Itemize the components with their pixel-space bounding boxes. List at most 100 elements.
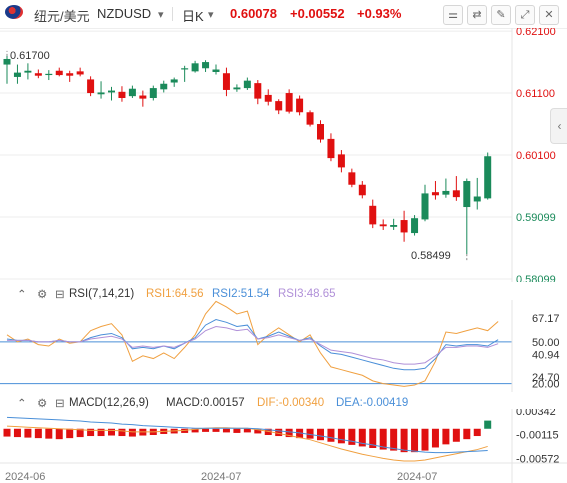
candle-body bbox=[66, 73, 74, 76]
candle-body bbox=[484, 156, 492, 199]
candle-body bbox=[306, 112, 314, 125]
candle-body bbox=[431, 192, 439, 196]
macd-histogram-bar bbox=[390, 428, 398, 451]
candle-body bbox=[191, 63, 199, 72]
candle-body bbox=[473, 196, 481, 202]
macd-histogram-bar bbox=[452, 428, 460, 442]
rsi-label: RSI(7,14,21) bbox=[69, 288, 135, 300]
separator bbox=[172, 7, 173, 21]
rsi-axis-label: 20.00 bbox=[532, 379, 560, 391]
hide-icon[interactable]: ⊟ bbox=[55, 287, 65, 301]
candle-body bbox=[233, 87, 241, 90]
macd-histogram-bar bbox=[233, 428, 241, 433]
candle-body bbox=[212, 69, 220, 72]
symbol-code[interactable]: NZDUSD bbox=[97, 6, 151, 21]
low-price-marker: 0.58499 bbox=[411, 250, 451, 262]
candle-body bbox=[421, 193, 429, 220]
time-axis-label: 2024-06 bbox=[5, 471, 45, 483]
expand-icon[interactable]: ⤢ bbox=[515, 5, 535, 25]
macd-histogram-bar bbox=[317, 428, 324, 441]
macd-axis-label: -0.00572 bbox=[516, 454, 559, 466]
chart-toolbar: 纽元/美元 NZDUSD ▾ 日K ▾ 0.60078 +0.00552 +0.… bbox=[0, 0, 567, 29]
candle-body bbox=[442, 190, 450, 195]
candle-body bbox=[97, 92, 105, 95]
time-axis-label: 2024-07 bbox=[201, 471, 241, 483]
candle-body bbox=[222, 73, 230, 90]
candle-body bbox=[296, 98, 304, 113]
rsi1-value: RSI1:64.56 bbox=[146, 288, 204, 300]
candle-body bbox=[264, 94, 272, 102]
macd-histogram-bar bbox=[66, 428, 74, 439]
macd-histogram-bar bbox=[442, 428, 450, 445]
macd-axis-label: -0.00115 bbox=[516, 430, 559, 442]
dif-value: DIF:-0.00340 bbox=[257, 397, 325, 409]
flag-icon bbox=[5, 5, 23, 19]
candle-body bbox=[170, 79, 178, 83]
time-axis-label: 2024-07 bbox=[397, 471, 437, 483]
candle-body bbox=[24, 70, 32, 73]
candle-body bbox=[348, 172, 356, 185]
settings-sliders-icon[interactable]: ⚌ bbox=[443, 5, 463, 25]
candle-body bbox=[369, 205, 377, 225]
candle-body bbox=[76, 71, 84, 75]
symbol-dropdown-icon[interactable]: ▾ bbox=[158, 8, 164, 21]
pair-name[interactable]: 纽元/美元 bbox=[34, 6, 90, 25]
timeframe-dropdown-icon[interactable]: ▾ bbox=[208, 8, 214, 21]
candle-body bbox=[160, 83, 168, 90]
candle-body bbox=[108, 90, 115, 93]
candle-body bbox=[139, 95, 147, 99]
price-change: +0.00552 bbox=[290, 6, 345, 21]
candle-body bbox=[128, 88, 136, 97]
rsi-chart[interactable]: 67.1750.0040.9424.7020.00 bbox=[0, 300, 567, 392]
rsi3-value: RSI3:48.65 bbox=[278, 288, 336, 300]
candle-body bbox=[118, 91, 126, 99]
toggle-icon[interactable]: ⇄ bbox=[467, 5, 487, 25]
macd-histogram-bar bbox=[275, 428, 283, 437]
macd-histogram-bar bbox=[13, 428, 21, 438]
candle-body bbox=[34, 73, 42, 76]
rsi-axis-label: 67.17 bbox=[532, 313, 560, 325]
macd-histogram-bar bbox=[202, 428, 210, 432]
macd-histogram-bar bbox=[411, 428, 419, 453]
macd-label: MACD(12,26,9) bbox=[69, 397, 149, 409]
timeframe-selector[interactable]: 日K bbox=[182, 6, 204, 25]
candle-body bbox=[254, 83, 262, 99]
price-axis-label: 0.58099 bbox=[516, 274, 556, 282]
candle-body bbox=[452, 190, 460, 198]
current-price: 0.60078 bbox=[230, 6, 277, 21]
settings-icon[interactable]: ⚙ bbox=[37, 287, 47, 301]
candle-body bbox=[275, 101, 283, 111]
macd-histogram-bar bbox=[463, 428, 471, 440]
rsi-axis-label: 40.94 bbox=[532, 349, 560, 361]
high-price-marker: 0.61700 bbox=[10, 50, 50, 62]
close-icon[interactable]: ✕ bbox=[539, 5, 559, 25]
rsi-series-line bbox=[6, 300, 499, 387]
macd-histogram-bar bbox=[337, 428, 345, 444]
candle-body bbox=[181, 68, 189, 70]
macd-histogram-bar bbox=[212, 428, 220, 432]
macd-chart[interactable]: 0.00342 -0.00115 -0.00572 2024-06 2024-07 202… bbox=[0, 409, 567, 483]
price-change-pct: +0.93% bbox=[357, 6, 402, 21]
drawing-tools-icon[interactable]: ✎ bbox=[491, 5, 511, 25]
candle-body bbox=[337, 154, 345, 168]
price-axis-label: 0.60100 bbox=[516, 150, 556, 162]
price-axis-label: 0.62100 bbox=[516, 28, 556, 38]
macd-histogram-bar bbox=[243, 428, 251, 433]
candle-body bbox=[285, 93, 293, 112]
chevron-up-icon[interactable]: ⌃ bbox=[17, 396, 27, 410]
hide-icon[interactable]: ⊟ bbox=[55, 396, 65, 410]
macd-axis-label: 0.00342 bbox=[516, 409, 556, 418]
candlestick-chart[interactable]: 0.62100 0.61100 0.60100 0.59099 0.58099 bbox=[0, 28, 567, 282]
chevron-up-icon[interactable]: ⌃ bbox=[17, 287, 27, 301]
price-axis-label: 0.61100 bbox=[516, 88, 555, 100]
candle-body bbox=[55, 70, 63, 76]
candle-body bbox=[13, 72, 21, 77]
settings-icon[interactable]: ⚙ bbox=[37, 396, 47, 410]
macd-histogram-bar bbox=[24, 428, 32, 438]
candle-body bbox=[87, 79, 95, 94]
macd-histogram-bar bbox=[473, 428, 481, 437]
macd-histogram-bar bbox=[128, 428, 136, 437]
rsi-axis-label: 50.00 bbox=[532, 337, 560, 349]
macd-histogram-bar bbox=[327, 428, 335, 442]
macd-histogram-bar bbox=[3, 428, 11, 437]
